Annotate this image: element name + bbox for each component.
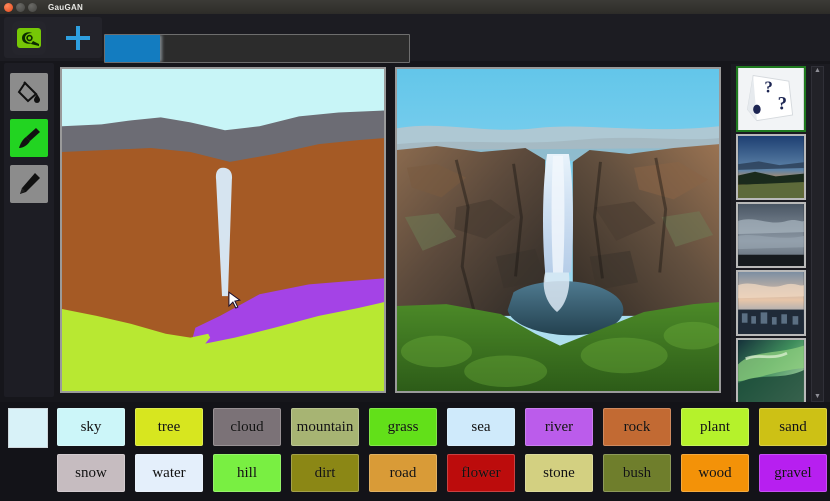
label-row-2: snow water hill dirt road flower stone bush wood… [57,454,827,492]
label-button-water[interactable]: water [135,454,203,492]
gaugan-app-window: GauGAN ? ? ▲ ▼ sky tree cloud mountain g… [0,0,830,501]
window-title: GauGAN [48,2,84,12]
style-thumbnail-dusk-city[interactable] [736,270,806,336]
label-button-grass[interactable]: grass [369,408,437,446]
label-row-1: sky tree cloud mountain grass sea river rock pla… [57,408,827,446]
paintbrush-icon [19,128,40,148]
fill-tool[interactable] [10,73,48,111]
maximize-icon[interactable] [28,2,37,12]
label-button-cloud[interactable]: cloud [213,408,281,446]
triangle-up-icon[interactable]: ▲ [814,67,821,75]
label-button-bush[interactable]: bush [603,454,671,492]
label-button-mountain[interactable]: mountain [291,408,359,446]
paint-bucket-icon [17,81,40,103]
minimize-icon[interactable] [16,2,25,12]
label-button-sea[interactable]: sea [447,408,515,446]
generated-image-canvas[interactable] [395,67,721,393]
svg-text:?: ? [764,77,772,96]
style-thumbnail-strip: ? ? ▲ ▼ [731,64,830,404]
top-toolbar [0,14,830,63]
current-color-swatch[interactable] [8,408,48,448]
triangle-down-icon[interactable]: ▼ [814,393,821,401]
label-button-sky[interactable]: sky [57,408,125,446]
plus-icon[interactable] [61,21,95,55]
svg-text:?: ? [778,93,787,114]
brush-tool[interactable] [10,119,48,157]
pencil-icon [20,173,40,194]
generation-progress-bar[interactable] [104,34,410,63]
label-button-dirt[interactable]: dirt [291,454,359,492]
dice-question-icon: ? ? [738,68,804,130]
label-button-wood[interactable]: wood [681,454,749,492]
label-button-hill[interactable]: hill [213,454,281,492]
label-button-plant[interactable]: plant [681,408,749,446]
label-button-flower[interactable]: flower [447,454,515,492]
label-button-sand[interactable]: sand [759,408,827,446]
progress-fill [105,35,160,62]
style-strip-scrollbar[interactable]: ▲ ▼ [811,66,824,402]
style-thumbnail-overcast-sea[interactable] [736,202,806,268]
nvidia-eye-logo-icon[interactable] [11,20,46,55]
label-button-rock[interactable]: rock [603,408,671,446]
label-button-gravel[interactable]: gravel [759,454,827,492]
segmentation-drawing-canvas[interactable] [60,67,386,393]
style-thumbnail-green-wave[interactable] [736,338,806,404]
output-waterfall-highlight [551,155,565,273]
label-button-snow[interactable]: snow [57,454,125,492]
random-style-thumbnail[interactable]: ? ? [736,66,806,132]
label-button-river[interactable]: river [525,408,593,446]
label-button-tree[interactable]: tree [135,408,203,446]
close-icon[interactable] [4,2,13,12]
tool-rail [4,63,54,397]
style-thumbnail-sunset-beach[interactable] [736,134,806,200]
toolbar-button-group [4,17,102,58]
title-bar: GauGAN [0,0,830,14]
label-button-road[interactable]: road [369,454,437,492]
pencil-tool[interactable] [10,165,48,203]
label-button-stone[interactable]: stone [525,454,593,492]
